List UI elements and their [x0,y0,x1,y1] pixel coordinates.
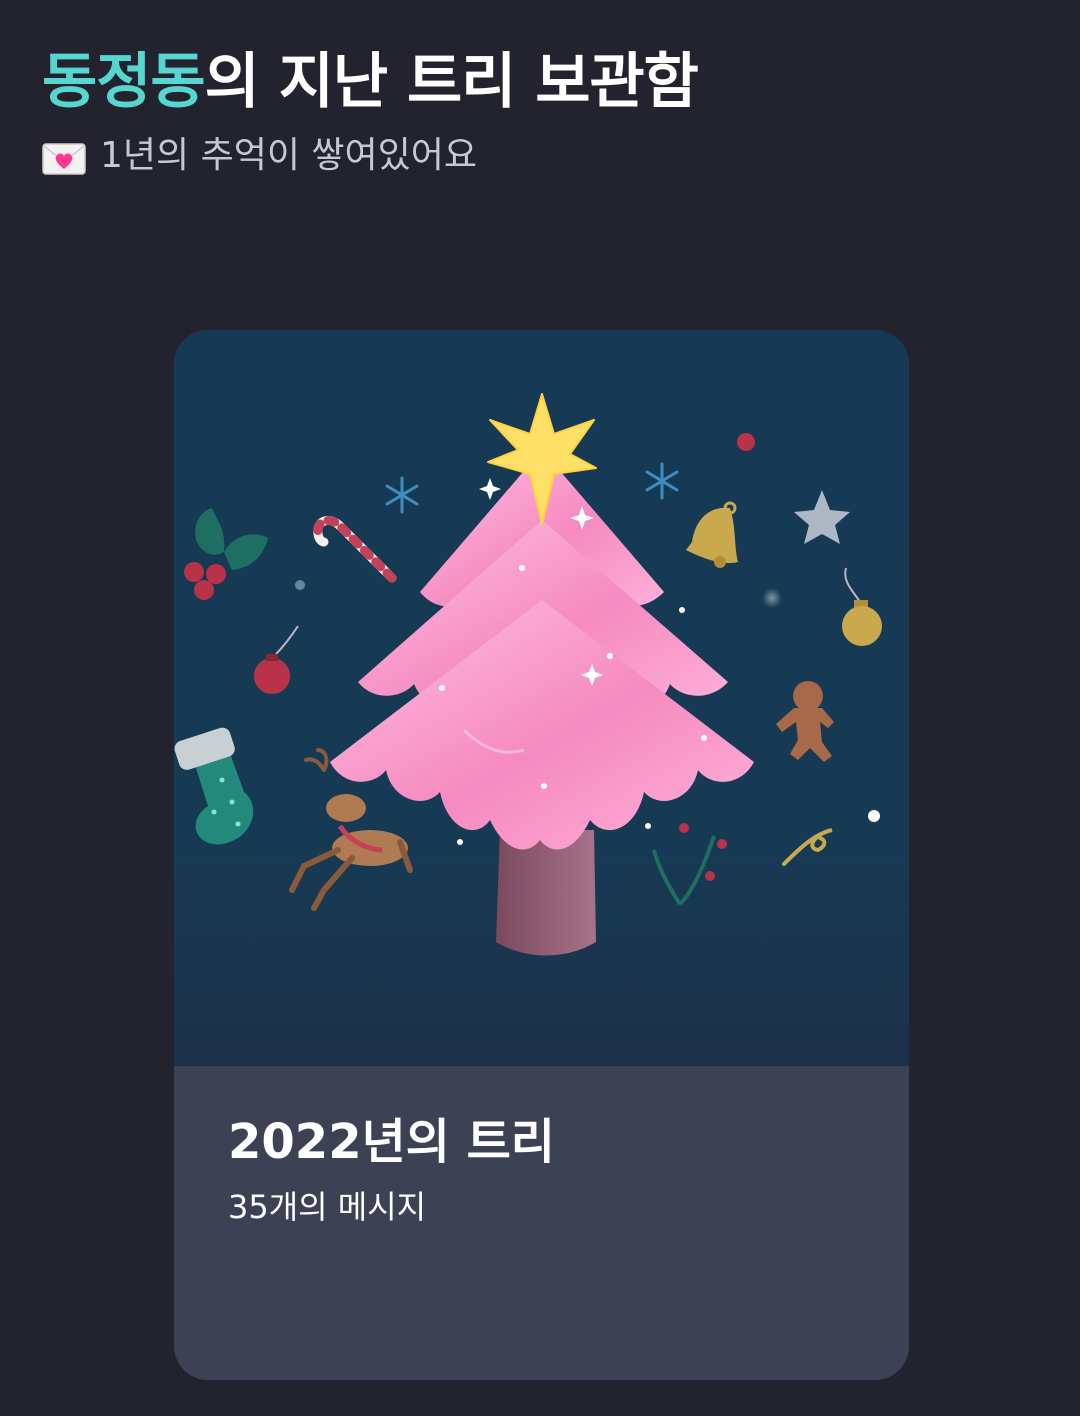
owner-name: 동정동 [42,47,206,117]
holly-sprig-icon [652,823,727,906]
page-title: 동정동의 지난 트리 보관함 [42,40,1042,124]
love-letter-icon [42,140,86,175]
tree-illustration [174,330,909,1066]
holly-icon [184,508,268,600]
ribbon-icon [782,828,833,866]
page-title-rest: 의 지난 트리 보관함 [204,47,699,117]
silver-star-icon [794,490,850,544]
card-info-panel: 2022년의 트리 35개의 메시지 [174,1066,909,1380]
tree-trunk [496,830,596,956]
message-count: 35개의 메시지 [228,1188,427,1226]
gold-ornament-icon [842,567,882,646]
page-subtitle: 1년의 추억이 쌓여있어요 [42,132,1042,180]
red-ornament-icon [254,625,299,694]
card-title: 2022년의 트리 [228,1114,555,1170]
snowflake-icon [385,476,419,514]
berry-ornament-icon [737,433,755,451]
stocking-icon [174,727,254,845]
gingerbread-man-icon [776,681,834,762]
candy-cane-icon [313,515,397,583]
page-header: 동정동의 지난 트리 보관함 1년의 추억이 쌓여있어요 [42,40,1042,180]
snowflake-icon [645,462,679,500]
tree-archive-card-2022[interactable]: 2022년의 트리 35개의 메시지 [174,330,909,1380]
bell-icon [686,501,738,568]
subtitle-text: 1년의 추억이 쌓여있어요 [100,135,477,176]
